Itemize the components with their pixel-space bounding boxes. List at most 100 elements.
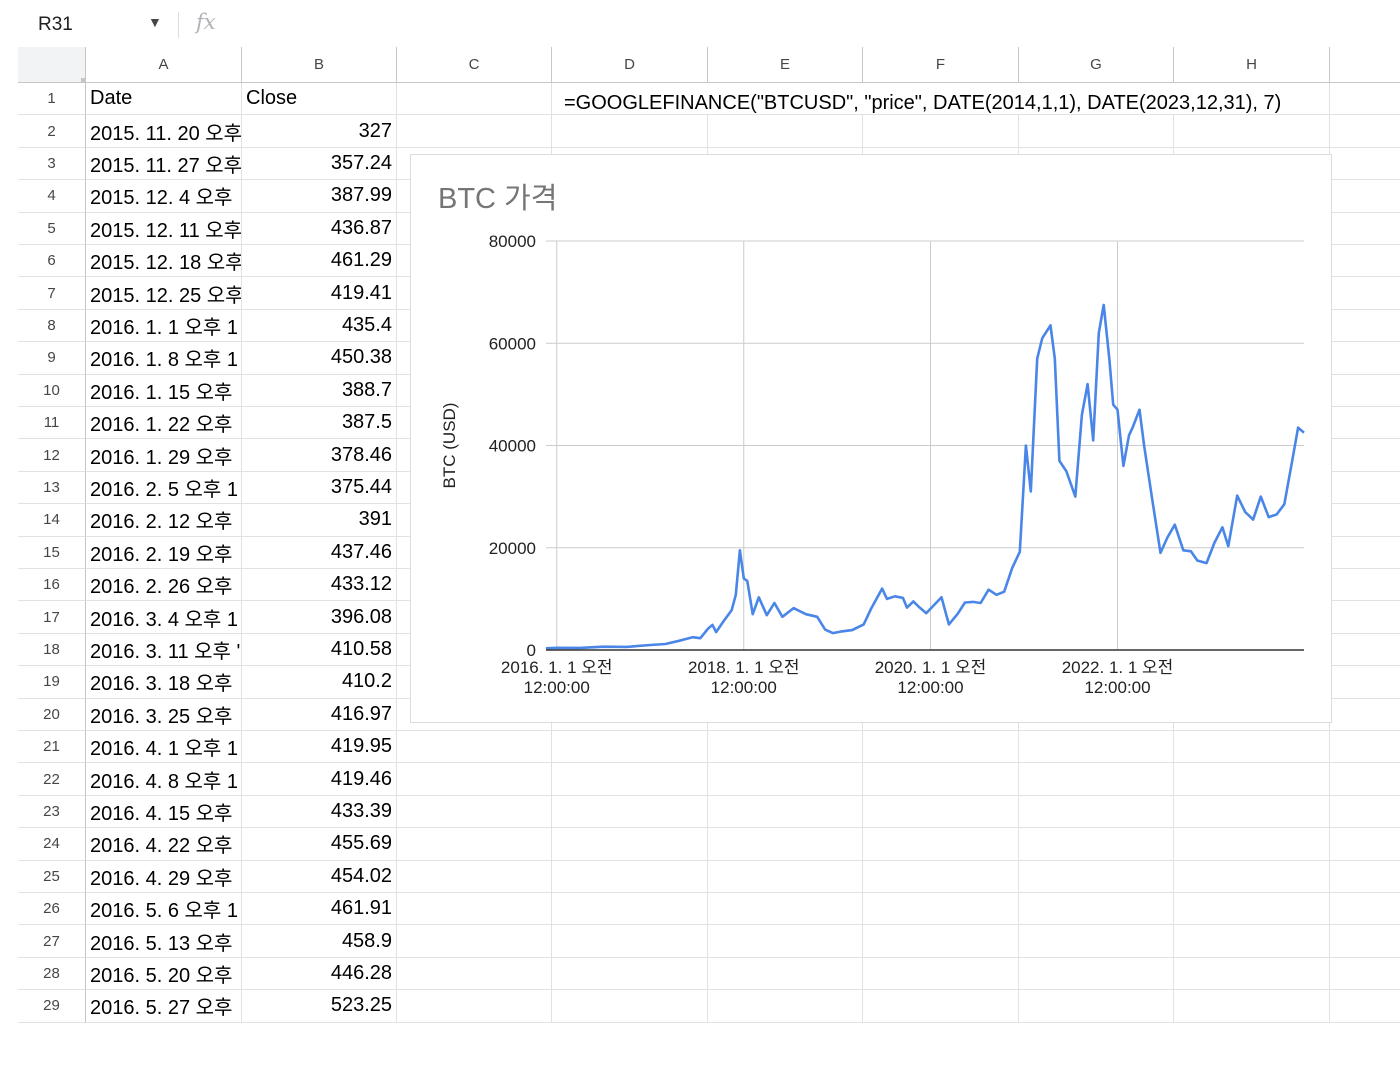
empty-cell[interactable] [552,115,708,148]
row-header[interactable]: 21 [18,731,86,764]
empty-cell[interactable] [1330,310,1400,343]
date-cell[interactable]: 2015. 11. 27 오후 [86,147,242,181]
row-header[interactable]: 19 [18,666,86,699]
empty-cell[interactable] [1174,893,1330,926]
empty-cell[interactable] [1174,795,1330,829]
close-cell[interactable]: 419.41 [242,277,397,310]
empty-cell[interactable] [552,828,708,861]
row-header[interactable]: 27 [18,925,86,958]
empty-cell[interactable] [1330,861,1400,893]
empty-cell[interactable] [397,957,552,991]
date-cell[interactable]: 2016. 5. 20 오후 [86,957,242,991]
empty-cell[interactable] [397,731,552,764]
empty-cell[interactable] [1330,893,1400,926]
date-cell[interactable]: 2016. 4. 22 오후 [86,828,242,861]
close-cell[interactable]: 388.7 [242,374,397,407]
empty-cell[interactable] [863,115,1019,148]
row-header[interactable]: 26 [18,893,86,926]
empty-cell[interactable] [1330,180,1400,213]
empty-cell[interactable] [1330,342,1400,375]
close-cell[interactable]: 446.28 [242,957,397,991]
close-cell[interactable]: 458.9 [242,925,397,958]
empty-cell[interactable] [708,957,863,991]
empty-cell[interactable] [708,731,863,764]
empty-cell[interactable] [708,893,863,926]
empty-cell[interactable] [552,893,708,926]
close-cell[interactable]: 461.91 [242,893,397,926]
date-cell[interactable]: 2016. 1. 15 오후 [86,374,242,407]
empty-cell[interactable] [1174,925,1330,958]
empty-cell[interactable] [397,990,552,1023]
select-all-corner[interactable] [18,47,86,83]
row-header[interactable]: 29 [18,990,86,1023]
empty-cell[interactable] [1019,115,1174,148]
empty-cell[interactable] [1174,860,1330,893]
date-column-header-cell[interactable]: Date [86,83,242,116]
date-cell[interactable]: 2016. 4. 8 오후 1 [86,763,242,796]
empty-cell[interactable] [863,893,1019,926]
empty-cell[interactable] [552,731,708,764]
row-header[interactable]: 4 [18,180,86,213]
btc-price-chart[interactable]: BTC 가격 80000 60000 40000 20000 0 2016. 1. 1 오전… [410,154,1332,723]
column-header-c[interactable]: C [397,47,552,83]
close-cell[interactable]: 433.12 [242,569,397,602]
empty-cell[interactable] [1019,925,1174,958]
row-header[interactable]: 18 [18,633,86,667]
empty-cell[interactable] [1019,763,1174,796]
empty-cell[interactable] [1019,893,1174,926]
empty-cell[interactable] [708,763,863,796]
empty-cell[interactable] [1330,925,1400,958]
row-header[interactable]: 1 [18,83,86,116]
row-header[interactable]: 20 [18,698,86,731]
row-header[interactable]: 11 [18,407,86,440]
column-header-f[interactable]: F [863,47,1019,83]
chevron-down-icon[interactable]: ▼ [148,14,162,30]
empty-cell[interactable] [1174,990,1330,1023]
close-cell[interactable]: 436.87 [242,212,397,245]
empty-cell[interactable] [1330,731,1400,764]
empty-cell[interactable] [1330,439,1400,472]
empty-cell[interactable] [863,860,1019,893]
row-header[interactable]: 3 [18,147,86,181]
date-cell[interactable]: 2016. 3. 18 오후 [86,666,242,699]
empty-cell[interactable] [1330,569,1400,602]
name-box[interactable]: R31 [38,14,73,36]
empty-cell[interactable] [1330,504,1400,537]
empty-cell[interactable] [1174,957,1330,991]
row-header[interactable]: 23 [18,795,86,829]
row-header[interactable]: 2 [18,115,86,148]
row-header[interactable]: 13 [18,471,86,505]
date-cell[interactable]: 2016. 3. 4 오후 1 [86,601,242,634]
empty-cell[interactable] [1019,990,1174,1023]
empty-cell[interactable] [552,860,708,893]
empty-cell[interactable] [1330,699,1400,731]
empty-cell[interactable] [1019,860,1174,893]
close-cell[interactable]: 461.29 [242,245,397,278]
empty-cell[interactable] [1019,957,1174,991]
empty-cell[interactable] [863,731,1019,764]
empty-cell[interactable] [1330,796,1400,829]
row-header[interactable]: 8 [18,309,86,343]
empty-cell[interactable] [708,990,863,1023]
empty-cell[interactable] [863,763,1019,796]
close-cell[interactable]: 419.95 [242,731,397,764]
close-cell[interactable]: 410.58 [242,633,397,667]
formula-cell-text[interactable]: =GOOGLEFINANCE("BTCUSD", "price", DATE(2… [564,87,1281,119]
row-header[interactable]: 25 [18,860,86,893]
date-cell[interactable]: 2016. 1. 8 오후 1 [86,342,242,375]
empty-cell[interactable] [1330,148,1400,181]
row-header[interactable]: 14 [18,504,86,537]
row-header[interactable]: 12 [18,439,86,472]
empty-cell[interactable] [863,957,1019,991]
empty-cell[interactable] [1330,407,1400,440]
empty-cell[interactable] [1174,115,1330,148]
empty-cell[interactable] [1330,277,1400,310]
empty-cell[interactable] [1019,795,1174,829]
close-column-header-cell[interactable]: Close [242,83,397,116]
date-cell[interactable]: 2016. 5. 27 오후 [86,990,242,1023]
close-cell[interactable]: 523.25 [242,990,397,1023]
empty-cell[interactable] [1019,828,1174,861]
row-header[interactable]: 6 [18,245,86,278]
close-cell[interactable]: 455.69 [242,828,397,861]
date-cell[interactable]: 2016. 4. 15 오후 [86,795,242,829]
